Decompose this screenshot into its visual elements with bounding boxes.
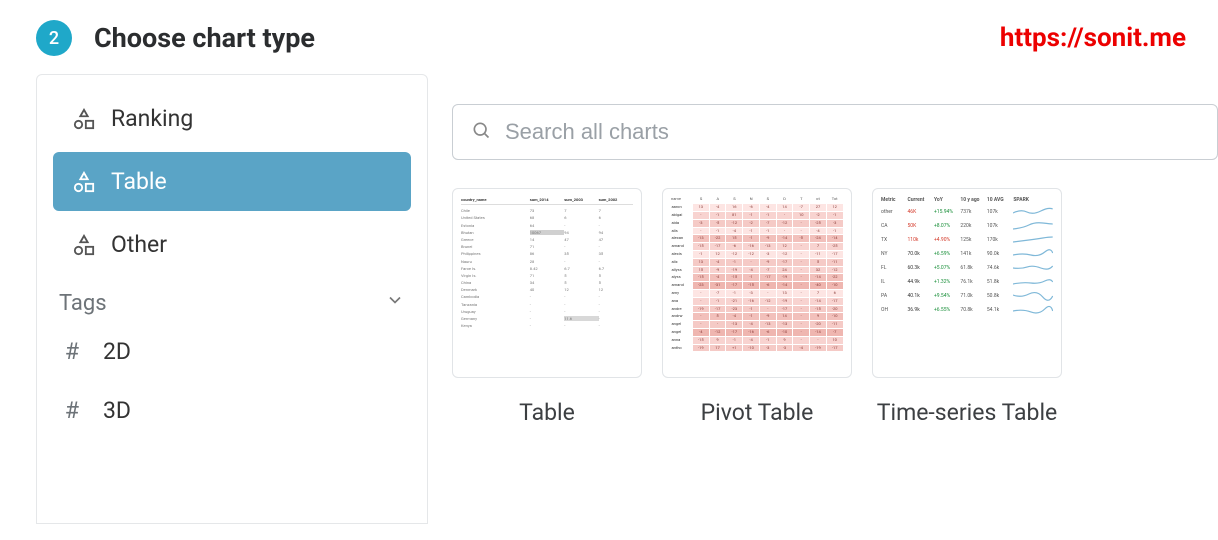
chart-thumbnail-pivot: nameSASNSDTotTot aaron13-416-6-414-72712…	[662, 188, 852, 378]
category-table[interactable]: Table	[53, 152, 411, 211]
search-input[interactable]	[505, 119, 1199, 145]
chart-option-label: Time-series Table	[877, 396, 1058, 429]
category-ranking[interactable]: Ranking	[53, 89, 411, 148]
category-label: Other	[111, 231, 167, 258]
chart-option-timeseries-table[interactable]: MetricCurrentYoY10 y ago10 AVGSPARK othe…	[872, 188, 1062, 429]
tags-section-label: Tags	[59, 291, 107, 316]
search-container	[452, 104, 1218, 160]
step-number-badge: 2	[36, 20, 72, 56]
chart-option-label: Table	[519, 396, 575, 429]
category-other[interactable]: Other	[53, 215, 411, 274]
hash-icon: #	[61, 338, 83, 365]
tag-2d[interactable]: # 2D	[37, 322, 427, 381]
chart-option-pivot-table[interactable]: nameSASNSDTotTot aaron13-416-6-414-72712…	[662, 188, 852, 429]
chart-option-label: Pivot Table	[701, 396, 814, 429]
tag-3d[interactable]: # 3D	[37, 381, 427, 440]
chevron-down-icon	[385, 290, 405, 316]
shapes-icon	[73, 171, 95, 193]
page-title: Choose chart type	[94, 22, 315, 54]
chart-thumbnail-table: country_namesum_2014sum_2003sum_2002 Chi…	[452, 188, 642, 378]
tag-label: 2D	[103, 338, 131, 365]
chart-option-table[interactable]: country_namesum_2014sum_2003sum_2002 Chi…	[452, 188, 642, 429]
hash-icon: #	[61, 397, 83, 424]
category-label: Ranking	[111, 105, 193, 132]
shapes-icon	[73, 108, 95, 130]
category-label: Table	[111, 168, 167, 195]
chart-thumbnail-timeseries: MetricCurrentYoY10 y ago10 AVGSPARK othe…	[872, 188, 1062, 378]
tags-section-toggle[interactable]: Tags	[37, 278, 427, 322]
search-icon	[471, 120, 491, 144]
watermark-text: https://sonit.me	[1000, 23, 1186, 53]
chart-gallery-main: country_namesum_2014sum_2003sum_2002 Chi…	[428, 74, 1218, 524]
chart-category-sidebar: Ranking Table Other	[36, 74, 428, 524]
shapes-icon	[73, 234, 95, 256]
tag-label: 3D	[103, 397, 131, 424]
